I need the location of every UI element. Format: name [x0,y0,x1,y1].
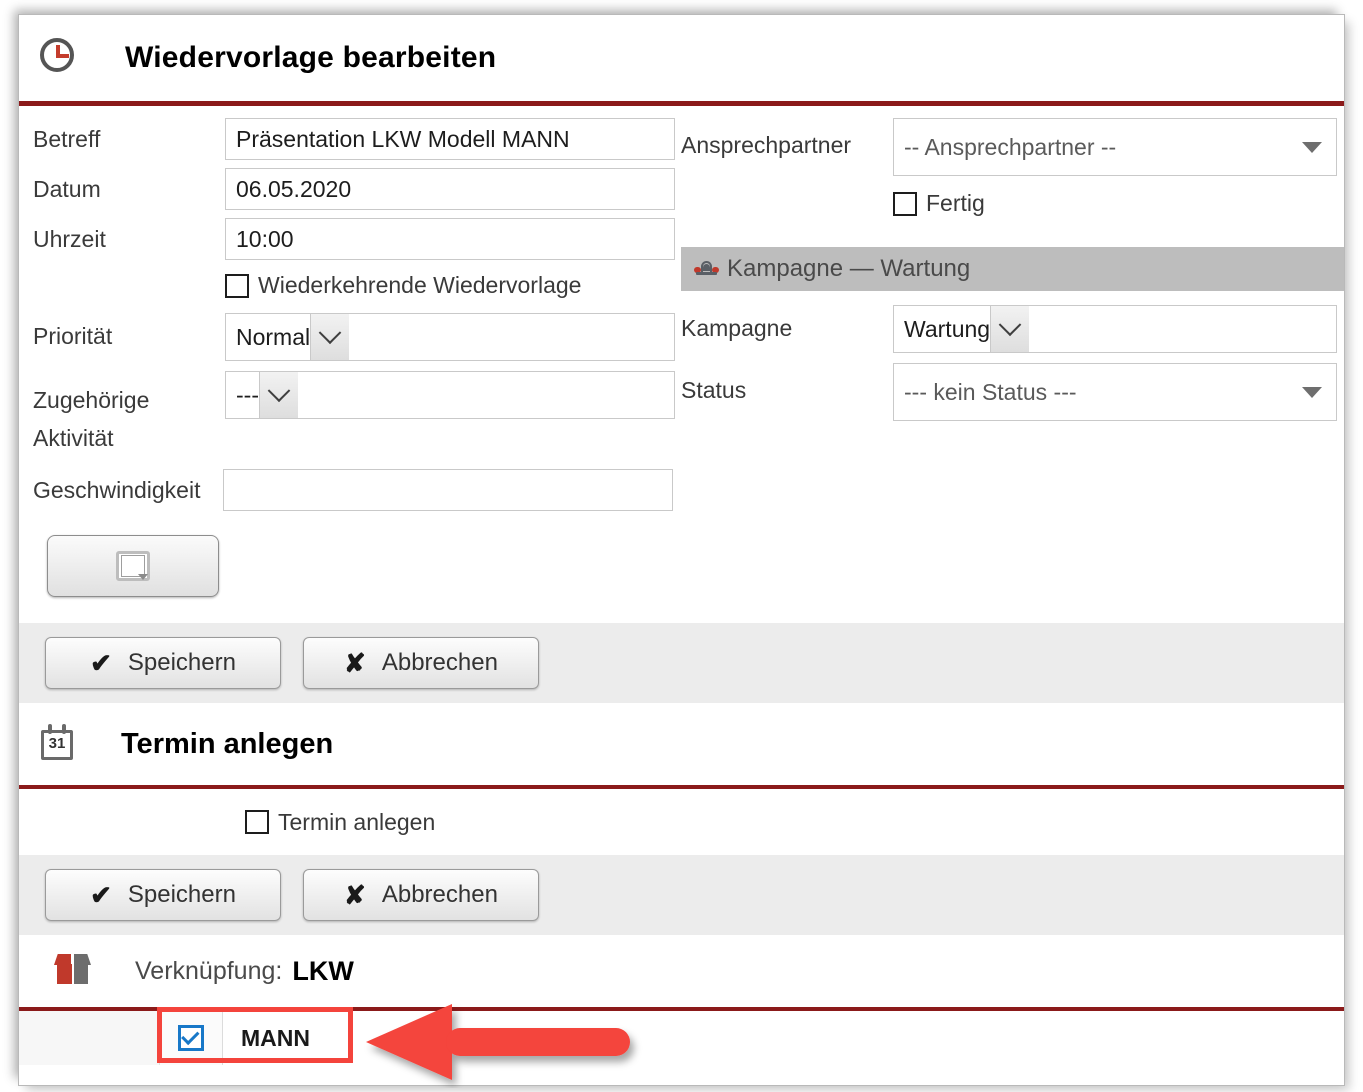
field-betreff: Betreff Präsentation LKW Modell MANN [19,106,681,160]
checkbox-termin-anlegen[interactable] [245,810,269,834]
checkbox-wiederkehrend[interactable] [225,273,249,298]
link-label: Verknüpfung: [135,956,283,985]
chevron-down-icon[interactable] [1302,386,1322,398]
cross-icon: ✘ [344,648,366,678]
checkbox-wiederkehrend-label: Wiederkehrende Wiedervorlage [258,272,582,298]
cancel-button[interactable]: ✘ Abbrechen [303,637,539,689]
clock-icon [37,35,83,81]
select-prioritaet[interactable]: Normal [225,313,675,361]
field-geschwindigkeit: Geschwindigkeit [19,457,681,511]
field-uhrzeit: Uhrzeit 10:00 [19,210,681,260]
checkbox-mann[interactable] [178,1025,204,1051]
cross-icon: ✘ [344,880,366,910]
label-zugehoerige-line1: Zugehörige [33,387,150,413]
cancel-button-label: Abbrechen [381,649,498,676]
checkbox-fertig[interactable] [893,191,917,216]
chevron-down-icon [998,313,1022,337]
campaign-icon [693,259,719,279]
link-section-header: Verknüpfung: LKW [19,935,1344,1007]
chevron-down-icon [267,379,291,403]
section-header-kampagne-label: Kampagne — Wartung [727,255,971,282]
select-status[interactable]: --- kein Status --- [893,363,1337,421]
memo-button-row [19,511,681,623]
termin-save-button-label: Speichern [127,881,236,908]
input-betreff[interactable]: Präsentation LKW Modell MANN [225,118,675,160]
chevron-down-icon[interactable] [1302,141,1322,153]
input-datum[interactable]: 06.05.2020 [225,168,675,210]
table-cell-blank [19,1011,160,1065]
page-title: Wiedervorlage bearbeiten [125,41,497,74]
checkbox-termin-anlegen-label: Termin anlegen [278,808,436,835]
label-zugehoerige-aktivitaet: Zugehörige Aktivität [33,371,225,457]
check-icon: ✔ [90,648,112,678]
label-geschwindigkeit: Geschwindigkeit [33,477,201,503]
checkbox-fertig-label: Fertig [926,190,985,216]
label-ansprechpartner: Ansprechpartner [681,132,852,158]
label-kampagne: Kampagne [681,315,793,341]
open-box-icon [53,952,93,990]
select-zugehoerige-aktivitaet[interactable]: --- [225,371,675,419]
section-header-kampagne: Kampagne — Wartung [681,247,1344,291]
termin-save-button[interactable]: ✔ Speichern [45,869,281,921]
form-column-left: Betreff Präsentation LKW Modell MANN Dat… [19,106,681,623]
select-ansprechpartner-value: -- Ansprechpartner -- [904,133,1117,160]
table-cell-checkbox[interactable] [160,1011,223,1065]
field-prioritaet: Priorität Normal [19,299,681,361]
field-kampagne: Kampagne Wartung [681,291,1344,353]
input-uhrzeit[interactable]: 10:00 [225,218,675,260]
calendar-icon-day: 31 [48,735,66,752]
checkbox-fertig-row[interactable]: Fertig [893,190,985,217]
select-kampagne-value: Wartung [904,315,991,342]
input-geschwindigkeit[interactable] [223,469,673,511]
save-button-label: Speichern [127,649,236,676]
field-status: Status --- kein Status --- [681,353,1344,421]
select-prioritaet-value: Normal [236,323,311,350]
label-uhrzeit: Uhrzeit [33,226,106,252]
field-wiederkehrend: Wiederkehrende Wiedervorlage [19,260,681,299]
label-prioritaet: Priorität [33,323,113,349]
table-row[interactable]: MANN [19,1007,1344,1065]
memo-button[interactable] [47,535,219,597]
memo-icon [116,551,150,581]
label-zugehoerige-line2: Aktivität [33,425,114,451]
label-status: Status [681,377,747,403]
select-zugehoerige-value: --- [236,381,259,408]
action-bar-termin: ✔ Speichern ✘ Abbrechen [19,855,1344,935]
dialog-header: Wiedervorlage bearbeiten [19,15,1344,101]
select-status-value: --- kein Status --- [904,378,1077,405]
termin-cancel-button-label: Abbrechen [381,881,498,908]
label-datum: Datum [33,176,101,202]
field-datum: Datum 06.05.2020 [19,160,681,210]
dialog-window: Wiedervorlage bearbeiten Betreff Präsent… [18,14,1345,1086]
section-termin-anlegen-header: 31 Termin anlegen [19,703,1344,785]
termin-checkbox-strip: Termin anlegen [19,789,1344,855]
section-termin-anlegen-title: Termin anlegen [121,727,334,760]
form-column-right: Ansprechpartner -- Ansprechpartner -- Fe… [681,106,1344,623]
checkbox-termin-anlegen-row[interactable]: Termin anlegen [245,809,435,836]
calendar-icon: 31 [37,722,81,766]
action-bar-primary: ✔ Speichern ✘ Abbrechen [19,623,1344,703]
link-value: LKW [292,955,354,986]
select-kampagne-dropdown-button[interactable] [990,306,1030,352]
label-betreff: Betreff [33,126,101,152]
termin-cancel-button[interactable]: ✘ Abbrechen [303,869,539,921]
check-icon: ✔ [90,880,112,910]
table-cell-name: MANN [241,1024,310,1051]
select-zugehoerige-dropdown-button[interactable] [258,372,298,418]
chevron-down-icon [318,321,342,345]
field-fertig: Fertig [681,176,1344,217]
select-prioritaet-dropdown-button[interactable] [310,314,350,360]
field-ansprechpartner: Ansprechpartner -- Ansprechpartner -- [681,106,1344,176]
checkbox-wiederkehrend-row[interactable]: Wiederkehrende Wiedervorlage [225,272,581,299]
select-ansprechpartner[interactable]: -- Ansprechpartner -- [893,118,1337,176]
form-body: Betreff Präsentation LKW Modell MANN Dat… [19,106,1344,623]
check-icon [181,1026,200,1046]
field-zugehoerige-aktivitaet: Zugehörige Aktivität --- [19,361,681,457]
select-kampagne[interactable]: Wartung [893,305,1337,353]
save-button[interactable]: ✔ Speichern [45,637,281,689]
